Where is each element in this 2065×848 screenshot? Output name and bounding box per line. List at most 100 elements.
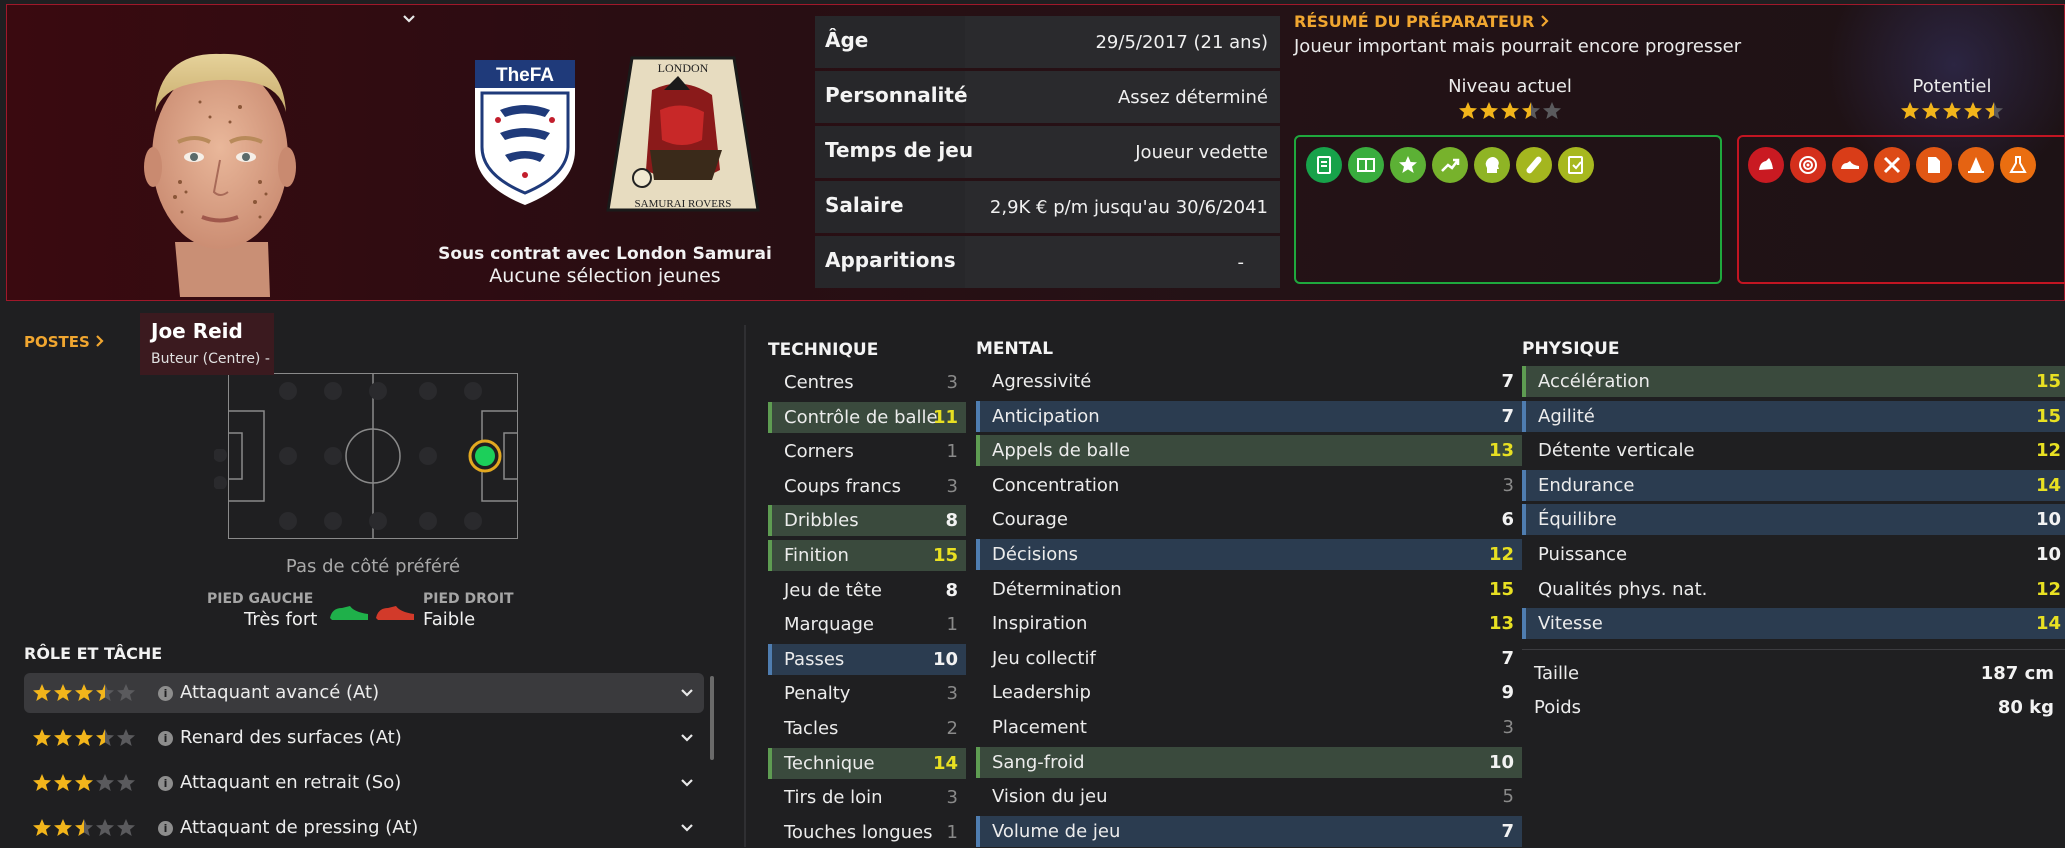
attribute-name: Corners	[784, 441, 854, 463]
player-name-card: Joe Reid Buteur (Centre) -	[140, 313, 274, 375]
paper-icon[interactable]	[1916, 147, 1952, 183]
attribute-row[interactable]: Concentration 3	[976, 470, 1522, 501]
cone-icon[interactable]	[1958, 147, 1994, 183]
attribute-name: Détente verticale	[1538, 440, 1695, 462]
attribute-row[interactable]: Tirs de loin 3	[768, 782, 966, 813]
attribute-row[interactable]: Endurance 14	[1522, 469, 2065, 501]
attribute-row[interactable]: Équilibre 10	[1522, 504, 2065, 536]
attribute-value: 15	[2035, 371, 2061, 392]
bandage-icon[interactable]	[1516, 147, 1552, 183]
star-icon[interactable]	[1390, 147, 1426, 183]
info-label: Temps de jeu	[825, 138, 974, 162]
attribute-row[interactable]: Anticipation 7	[976, 400, 1522, 432]
attribute-row[interactable]: Détente verticale 12	[1522, 435, 2065, 466]
player-face-image	[120, 42, 320, 297]
attribute-name: Tirs de loin	[784, 787, 883, 809]
preferred-side: Pas de côté préféré	[285, 556, 461, 577]
attribute-row[interactable]: Agressivité 7	[976, 366, 1522, 397]
attribute-row[interactable]: Marquage 1	[768, 609, 966, 640]
attribute-name: Finition	[784, 545, 849, 566]
attribute-row[interactable]: Détermination 15	[976, 574, 1522, 605]
attribute-row[interactable]: Vitesse 14	[1522, 608, 2065, 640]
positions-link[interactable]: POSTES	[24, 333, 104, 351]
attribute-name: Marquage	[784, 614, 875, 636]
attribute-name: Inspiration	[992, 613, 1088, 635]
right-foot-label: PIED DROIT	[423, 591, 514, 607]
attribute-row[interactable]: Volume de jeu 7	[976, 815, 1522, 847]
star-icon	[1522, 102, 1540, 119]
attribute-row[interactable]: Passes 10	[768, 643, 966, 675]
chevron-down-icon[interactable]	[680, 776, 694, 790]
attribute-row[interactable]: Accélération 15	[1522, 366, 2065, 397]
role-row[interactable]: i Attaquant en retrait (So)	[24, 763, 704, 803]
attribute-row[interactable]: Appels de balle 13	[976, 435, 1522, 467]
star-icon	[75, 684, 93, 701]
attribute-row[interactable]: Qualités phys. nat. 12	[1522, 574, 2065, 605]
chevron-right-icon	[1541, 15, 1549, 27]
attribute-row[interactable]: Dribbles 8	[768, 505, 966, 537]
trend-up-icon[interactable]	[1432, 147, 1468, 183]
chevron-down-icon[interactable]	[680, 731, 694, 745]
info-icon[interactable]: i	[158, 821, 173, 836]
attribute-row[interactable]: Centres 3	[768, 367, 966, 398]
attribute-row[interactable]: Technique 14	[768, 747, 966, 779]
chevron-down-icon[interactable]	[680, 686, 694, 700]
pitch-icon[interactable]	[1348, 147, 1384, 183]
attribute-row[interactable]: Puissance 10	[1522, 539, 2065, 570]
attribute-name: Décisions	[992, 544, 1079, 565]
attribute-row[interactable]: Tacles 2	[768, 713, 966, 744]
attribute-name: Agilité	[1538, 405, 1595, 427]
attribute-row[interactable]: Décisions 12	[976, 539, 1522, 570]
info-row-age: Âge 29/5/2017 (21 ans)	[815, 16, 1280, 68]
attribute-row[interactable]: Finition 15	[768, 540, 966, 571]
coach-report-link[interactable]: RÉSUMÉ DU PRÉPARATEUR	[1294, 12, 1550, 31]
flask-icon[interactable]	[2000, 147, 2036, 183]
position-pitch	[228, 373, 518, 539]
checklist-icon[interactable]	[1558, 147, 1594, 183]
attribute-row[interactable]: Courage 6	[976, 504, 1522, 535]
role-row[interactable]: i Attaquant avancé (At)	[24, 673, 704, 713]
attribute-row[interactable]: Touches longues 1	[768, 817, 966, 848]
boots-icon[interactable]	[1832, 147, 1868, 183]
attribute-value: 11	[932, 406, 958, 428]
info-row-salary: Salaire 2,9K € p/m jusqu'au 30/6/2041	[815, 181, 1280, 233]
attribute-value: 15	[2035, 405, 2061, 427]
chevron-down-icon[interactable]	[680, 821, 694, 835]
document-icon[interactable]	[1306, 147, 1342, 183]
star-icon	[1459, 102, 1477, 119]
attribute-row[interactable]: Jeu collectif 7	[976, 643, 1522, 674]
role-row[interactable]: i Renard des surfaces (At)	[24, 718, 704, 758]
info-icon[interactable]: i	[158, 731, 173, 746]
attribute-row[interactable]: Sang-froid 10	[976, 746, 1522, 778]
info-icon[interactable]: i	[158, 686, 173, 701]
info-label: Salaire	[825, 193, 904, 217]
attribute-row[interactable]: Contrôle de balle 11	[768, 401, 966, 433]
foot-icon[interactable]	[1748, 147, 1784, 183]
attribute-row[interactable]: Vision du jeu 5	[976, 781, 1522, 812]
attribute-row[interactable]: Jeu de tête 8	[768, 575, 966, 606]
attribute-name: Jeu de tête	[784, 579, 882, 601]
attribute-value: 3	[1502, 474, 1514, 496]
attribute-row[interactable]: Agilité 15	[1522, 400, 2065, 432]
attribute-row[interactable]: Penalty 3	[768, 678, 966, 709]
attribute-value: 3	[946, 787, 958, 809]
chevron-down-icon[interactable]	[402, 12, 416, 26]
roles-scrollbar[interactable]	[710, 676, 714, 760]
attribute-row[interactable]: Leadership 9	[976, 677, 1522, 708]
star-icon	[1480, 102, 1498, 119]
head-icon[interactable]	[1474, 147, 1510, 183]
attribute-row[interactable]: Placement 3	[976, 712, 1522, 743]
info-icon[interactable]: i	[158, 776, 173, 791]
attribute-row[interactable]: Inspiration 13	[976, 608, 1522, 639]
star-icon	[75, 819, 93, 836]
star-icon	[1901, 102, 1919, 119]
info-value: Joueur vedette	[1135, 142, 1268, 163]
potential-ability-stars	[1900, 101, 2004, 121]
cross-pens-icon[interactable]	[1874, 147, 1910, 183]
youth-caps: Aucune sélection jeunes	[489, 265, 721, 287]
attribute-row[interactable]: Corners 1	[768, 436, 966, 467]
attribute-row[interactable]: Coups francs 3	[768, 471, 966, 502]
target-icon[interactable]	[1790, 147, 1826, 183]
info-value: 2,9K € p/m jusqu'au 30/6/2041	[989, 197, 1268, 218]
role-row[interactable]: i Attaquant de pressing (At)	[24, 808, 704, 848]
